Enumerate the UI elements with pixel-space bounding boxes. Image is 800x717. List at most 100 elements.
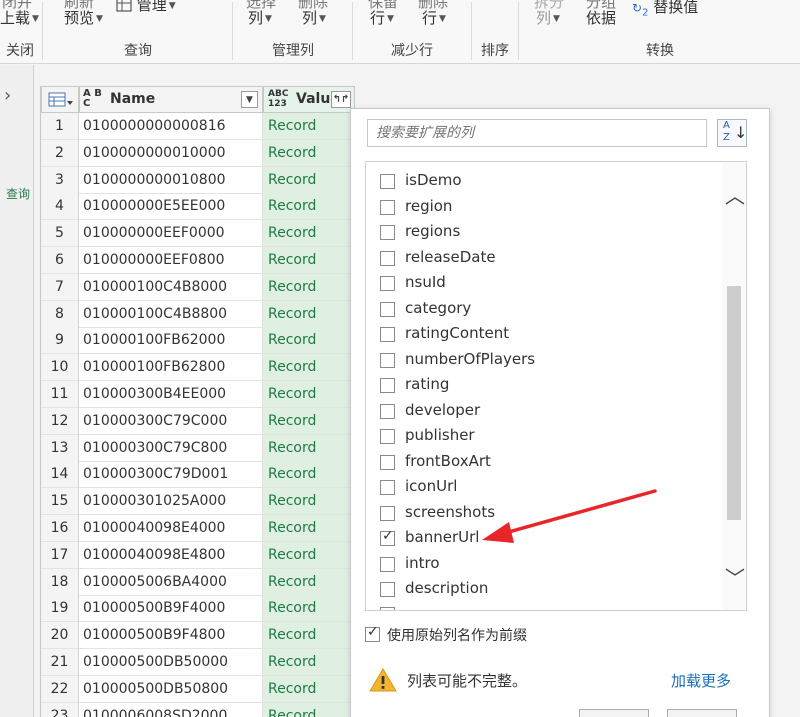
table-row[interactable]: 22 010000500DB50800 Record [41,675,355,703]
checkbox[interactable] [380,352,395,368]
cell-name[interactable]: 010000500B9F4000 [79,595,263,623]
cell-name[interactable]: 01000040098E4800 [79,541,263,569]
checkbox[interactable] [380,403,395,419]
expand-column-icon[interactable]: ↰↱ [331,91,351,108]
checkbox[interactable] [380,225,395,240]
remove-columns-button[interactable]: 列 ▼ [302,7,326,28]
list-item-rating[interactable]: rating [366,373,726,398]
column-checklist[interactable]: isDemo region regions releaseDate nsuId categ… [365,161,747,611]
table-row[interactable]: 15 010000301025A000 Record [41,488,355,516]
cell-value-record[interactable]: Record [263,139,355,167]
cell-value-record[interactable]: Record [263,247,355,274]
table-row[interactable]: 1 0100000000000816 Record [41,113,355,140]
table-row[interactable]: 2 0100000000010000 Record [41,139,355,167]
list-item-description[interactable]: description [366,577,726,602]
checkbox[interactable] [380,607,395,610]
table-row[interactable]: 23 0100006008SD2000 Record [41,702,355,717]
keep-rows-button[interactable]: 行 ▼ [370,7,394,28]
remove-rows-button[interactable]: 行 ▼ [422,7,446,28]
table-row[interactable]: 12 010000300C79C000 Record [41,407,355,435]
cell-value-record[interactable]: Record [263,649,355,676]
checkbox[interactable] [380,480,395,495]
list-item-intro[interactable]: intro [366,552,726,577]
cell-value-record[interactable]: Record [263,166,355,194]
cell-name[interactable]: 010000300B4EE000 [79,381,263,408]
checkbox[interactable]: ✓ [380,528,395,546]
cell-name[interactable]: 010000301025A000 [79,488,263,516]
prefix-checkbox[interactable]: ✓ [365,624,380,642]
cell-value-record[interactable]: Record [263,407,355,435]
cell-name[interactable]: 010000100FB62800 [79,354,263,382]
table-row[interactable]: 8 010000100C4B8800 Record [41,300,355,328]
scroll-thumb[interactable] [727,286,741,520]
cell-value-record[interactable]: Record [263,702,355,717]
cell-name[interactable]: 010000000EEF0000 [79,220,263,248]
list-item-iconurl[interactable]: iconUrl [366,475,726,500]
cell-name[interactable]: 010000500DB50000 [79,649,263,676]
manage-button[interactable]: 管理 ▼ [116,0,176,15]
load-more-link[interactable]: 加载更多 [671,670,731,691]
cell-value-record[interactable]: Record [263,595,355,623]
chevron-down-icon[interactable]: ﹀ [725,562,745,591]
sort-az-button[interactable]: A Z ↓ [717,119,747,147]
cancel-button[interactable]: 取消 [667,709,737,717]
list-item-screenshots[interactable]: screenshots [366,501,726,526]
list-item-releasedate[interactable]: releaseDate [366,246,726,271]
cell-name[interactable]: 010000000EEF0800 [79,247,263,274]
list-item-numberofplayers[interactable]: numberOfPlayers [366,348,726,373]
cell-name[interactable]: 010000500B9F4800 [79,622,263,650]
cell-name[interactable]: 010000300C79D001 [79,461,263,489]
table-row[interactable]: 9 010000100FB62000 Record [41,327,355,355]
cell-value-record[interactable]: Record [263,327,355,355]
list-scrollbar[interactable]: ︿ ﹀ [722,162,746,610]
list-item-publisher[interactable]: publisher [366,424,726,449]
cell-name[interactable]: 010000300C79C000 [79,407,263,435]
table-row[interactable]: 14 010000300C79D001 Record [41,461,355,489]
list-item-frontboxart[interactable]: frontBoxArt [366,450,726,475]
table-row[interactable]: 3 0100000000010800 Record [41,166,355,194]
table-row[interactable]: 11 010000300B4EE000 Record [41,381,355,408]
chevron-up-icon[interactable]: ︿ [725,180,745,209]
checkbox[interactable] [380,454,395,470]
group-by-button[interactable]: 依据 [586,7,616,28]
list-item-region[interactable]: region [366,195,726,220]
table-row[interactable]: 16 01000040098E4000 Record [41,515,355,542]
column-header-value[interactable]: ABC 123 Value ↰↱ [263,86,355,113]
checkbox[interactable] [380,276,395,291]
cell-name[interactable]: 010000100C4B8800 [79,300,263,328]
cell-value-record[interactable]: Record [263,541,355,569]
cell-value-record[interactable]: Record [263,488,355,516]
checkbox[interactable] [380,582,395,597]
table-row[interactable]: 10 010000100FB62800 Record [41,354,355,382]
table-row[interactable]: 21 010000500DB50000 Record [41,649,355,676]
search-columns-input[interactable] [367,119,707,147]
table-row[interactable]: 17 01000040098E4800 Record [41,541,355,569]
cell-name[interactable]: 010000000E5EE000 [79,193,263,221]
ok-button[interactable]: 确定 [579,709,649,717]
table-row[interactable]: 19 010000500B9F4000 Record [41,595,355,623]
cell-value-record[interactable]: Record [263,381,355,408]
checkbox[interactable] [380,556,395,572]
replace-values-button[interactable]: ↻2 替换值 [632,0,698,18]
cell-value-record[interactable]: Record [263,193,355,221]
chevron-right-icon[interactable]: › [4,85,11,106]
table-menu-header[interactable] [41,86,79,113]
cell-name[interactable]: 010000100C4B8000 [79,273,263,301]
cell-value-record[interactable]: Record [263,354,355,382]
cell-name[interactable]: 010000500DB50800 [79,675,263,703]
cell-name[interactable]: 0100005006BA4000 [79,568,263,596]
checkbox[interactable] [380,429,395,444]
cell-value-record[interactable]: Record [263,515,355,542]
column-header-name[interactable]: A B C Name ▼ [79,86,263,113]
cell-value-record[interactable]: Record [263,568,355,596]
split-column-button[interactable]: 列 ▼ [536,7,560,28]
list-item-bannerurl[interactable]: ✓ bannerUrl [366,526,726,551]
checkbox[interactable] [380,250,395,266]
cell-name[interactable]: 0100000000010000 [79,139,263,167]
cell-name[interactable]: 0100006008SD2000 [79,702,263,717]
table-row[interactable]: 6 010000000EEF0800 Record [41,247,355,274]
cell-value-record[interactable]: Record [263,300,355,328]
cell-name[interactable]: 0100000000010800 [79,166,263,194]
close-load-button[interactable]: 上载 ▼ [0,7,39,28]
choose-columns-button[interactable]: 列 ▼ [248,7,272,28]
